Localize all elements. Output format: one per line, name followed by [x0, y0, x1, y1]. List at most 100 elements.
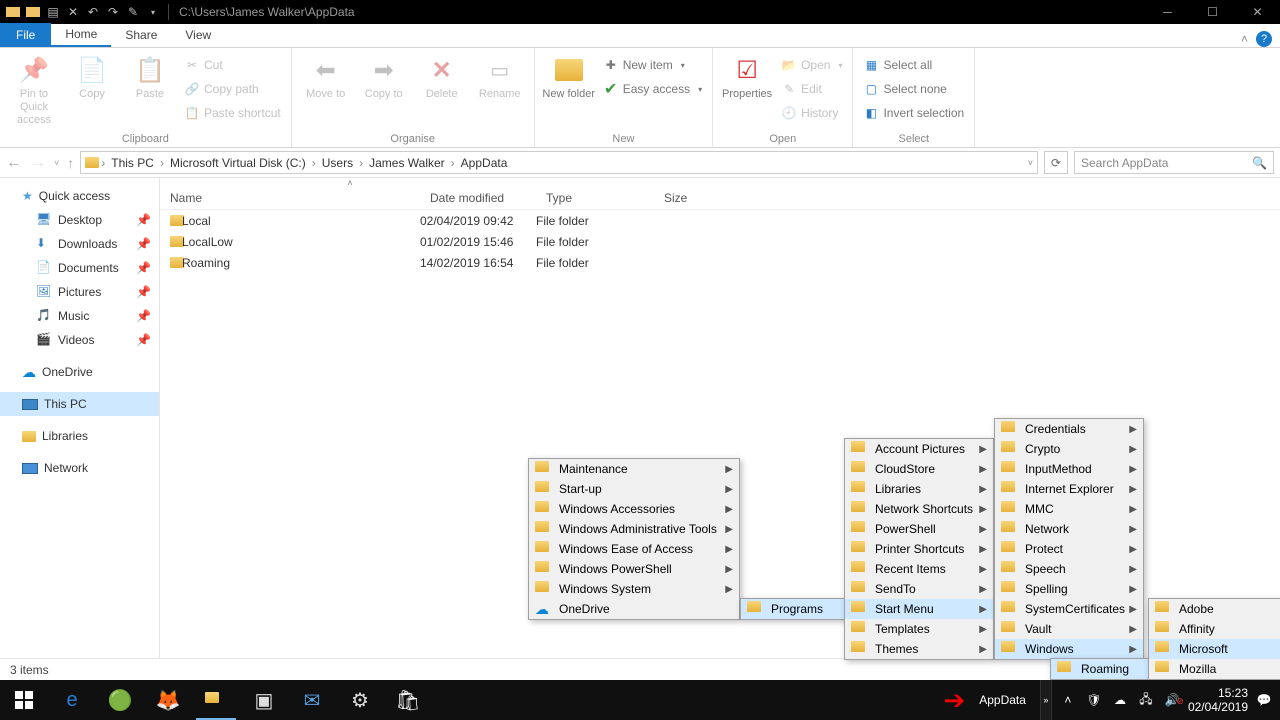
nav-network[interactable]: Network	[0, 456, 159, 480]
menu-item[interactable]: Crypto▶	[995, 439, 1143, 459]
menu-item[interactable]: Network▶	[995, 519, 1143, 539]
menu-item[interactable]: Credentials▶	[995, 419, 1143, 439]
menu-item[interactable]: Windows Accessories▶	[529, 499, 739, 519]
taskbar-firefox-icon[interactable]: 🦊	[144, 680, 192, 720]
qat-redo-icon[interactable]: ↷	[104, 3, 122, 21]
breadcrumb-item[interactable]: James Walker	[365, 156, 449, 170]
nav-pinned-item[interactable]: 🖥Desktop📌	[0, 208, 159, 232]
tab-share[interactable]: Share	[111, 23, 171, 47]
action-center-icon[interactable]: 💬	[1254, 693, 1274, 707]
taskbar-clock[interactable]: 15:23 02/04/2019	[1188, 686, 1248, 714]
menu-item[interactable]: ☁OneDrive	[529, 599, 739, 619]
menu-item[interactable]: CloudStore▶	[845, 459, 993, 479]
table-row[interactable]: LocalLow01/02/2019 15:46File folder	[160, 231, 1280, 252]
nav-pinned-item[interactable]: 🖼Pictures📌	[0, 280, 159, 304]
new-item-button[interactable]: ✚New item▾	[599, 54, 706, 76]
taskbar-chrome-icon[interactable]: 🟢	[96, 680, 144, 720]
menu-item[interactable]: PowerShell▶	[845, 519, 993, 539]
menu-item[interactable]: Libraries▶	[845, 479, 993, 499]
menu-item[interactable]: Windows System▶	[529, 579, 739, 599]
menu-item[interactable]: Internet Explorer▶	[995, 479, 1143, 499]
menu-item[interactable]: Affinity▶	[1149, 619, 1280, 639]
menu-item[interactable]: Templates▶	[845, 619, 993, 639]
menu-item[interactable]: Mozilla▶	[1149, 659, 1280, 679]
col-type[interactable]: Type	[536, 191, 654, 205]
tray-defender-icon[interactable]: 🛡	[1084, 693, 1104, 707]
tray-onedrive-icon[interactable]: ☁	[1110, 693, 1130, 707]
up-button[interactable]: ↑	[67, 155, 74, 171]
properties-button[interactable]: ☑Properties	[719, 52, 775, 131]
taskbar-toolbar-chevron-icon[interactable]: »	[1040, 680, 1052, 720]
menu-item[interactable]: SystemCertificates▶	[995, 599, 1143, 619]
taskbar-store-icon[interactable]: 🛍	[384, 680, 432, 720]
edit-button[interactable]: ✎Edit	[777, 78, 846, 100]
open-button[interactable]: 📂Open▾	[777, 54, 846, 76]
new-folder-button[interactable]: New folder	[541, 52, 597, 131]
breadcrumb-item[interactable]: AppData	[457, 156, 512, 170]
table-row[interactable]: Local02/04/2019 09:42File folder	[160, 210, 1280, 231]
history-button[interactable]: 🕘History	[777, 102, 846, 124]
tab-home[interactable]: Home	[51, 23, 111, 47]
copy-to-button[interactable]: ➡Copy to	[356, 52, 412, 131]
nav-pinned-item[interactable]: 📄Documents📌	[0, 256, 159, 280]
nav-pinned-item[interactable]: 🎵Music📌	[0, 304, 159, 328]
forward-button[interactable]: →	[30, 154, 46, 172]
nav-libraries[interactable]: Libraries	[0, 424, 159, 448]
cut-button[interactable]: ✂Cut	[180, 54, 285, 76]
menu-item[interactable]: InputMethod▶	[995, 459, 1143, 479]
col-name[interactable]: Name	[160, 191, 420, 205]
ribbon-collapse-icon[interactable]: ˄	[1241, 32, 1248, 46]
delete-button[interactable]: ✕Delete	[414, 52, 470, 131]
menu-item[interactable]: Account Pictures▶	[845, 439, 993, 459]
paste-shortcut-button[interactable]: 📋Paste shortcut	[180, 102, 285, 124]
search-input[interactable]: Search AppData 🔍	[1074, 151, 1274, 174]
menu-item[interactable]: Windows▶	[995, 639, 1143, 659]
select-all-button[interactable]: ▦Select all	[859, 54, 968, 76]
menu-item[interactable]: Windows Administrative Tools▶	[529, 519, 739, 539]
breadcrumb-item[interactable]: This PC	[107, 156, 158, 170]
tab-file[interactable]: File	[0, 23, 51, 47]
move-to-button[interactable]: ⬅Move to	[298, 52, 354, 131]
qat-rename-icon[interactable]: ✎	[124, 3, 142, 21]
menu-item[interactable]: Themes▶	[845, 639, 993, 659]
nav-pinned-item[interactable]: ⬇Downloads📌	[0, 232, 159, 256]
copy-button[interactable]: 📄Copy	[64, 52, 120, 131]
breadcrumb-item[interactable]: Users	[318, 156, 357, 170]
start-button[interactable]	[0, 680, 48, 720]
table-row[interactable]: Roaming14/02/2019 16:54File folder	[160, 252, 1280, 273]
nav-this-pc[interactable]: This PC	[0, 392, 159, 416]
tray-volume-icon[interactable]: 🔊⊘	[1162, 693, 1182, 707]
menu-item[interactable]: Maintenance▶	[529, 459, 739, 479]
tab-view[interactable]: View	[171, 23, 225, 47]
qat-undo-icon[interactable]: ↶	[84, 3, 102, 21]
col-size[interactable]: Size	[654, 191, 734, 205]
menu-item[interactable]: Printer Shortcuts▶	[845, 539, 993, 559]
nav-onedrive[interactable]: ☁OneDrive	[0, 360, 159, 384]
menu-item[interactable]: Recent Items▶	[845, 559, 993, 579]
maximize-button[interactable]: ☐	[1190, 0, 1235, 24]
qat-dropdown-icon[interactable]: ▾	[144, 3, 162, 21]
select-none-button[interactable]: ▢Select none	[859, 78, 968, 100]
address-dropdown-icon[interactable]: ˅	[1028, 158, 1033, 168]
rename-button[interactable]: ▭Rename	[472, 52, 528, 131]
taskbar-toolbar-appdata[interactable]: AppData	[971, 680, 1034, 720]
nav-quick-access[interactable]: ★Quick access	[0, 184, 159, 208]
pin-to-quick-access-button[interactable]: 📌Pin to Quick access	[6, 52, 62, 131]
menu-item[interactable]: Speech▶	[995, 559, 1143, 579]
menu-item[interactable]: Spelling▶	[995, 579, 1143, 599]
menu-item[interactable]: Windows Ease of Access▶	[529, 539, 739, 559]
menu-item[interactable]: Start-up▶	[529, 479, 739, 499]
menu-item[interactable]: Start Menu▶	[845, 599, 993, 619]
menu-item[interactable]: SendTo▶	[845, 579, 993, 599]
recent-dropdown-icon[interactable]: ˅	[54, 158, 59, 168]
menu-item[interactable]: MMC▶	[995, 499, 1143, 519]
taskbar-settings-icon[interactable]: ⚙	[336, 680, 384, 720]
col-date[interactable]: Date modified	[420, 191, 536, 205]
nav-pinned-item[interactable]: 🎬Videos📌	[0, 328, 159, 352]
taskbar-edge-icon[interactable]: e	[48, 680, 96, 720]
taskbar-mail-icon[interactable]: ✉	[288, 680, 336, 720]
menu-item[interactable]: Microsoft▶	[1149, 639, 1280, 659]
tray-chevron-icon[interactable]: ˄	[1058, 693, 1078, 707]
easy-access-button[interactable]: ✔Easy access▾	[599, 78, 706, 100]
menu-item[interactable]: Vault▶	[995, 619, 1143, 639]
